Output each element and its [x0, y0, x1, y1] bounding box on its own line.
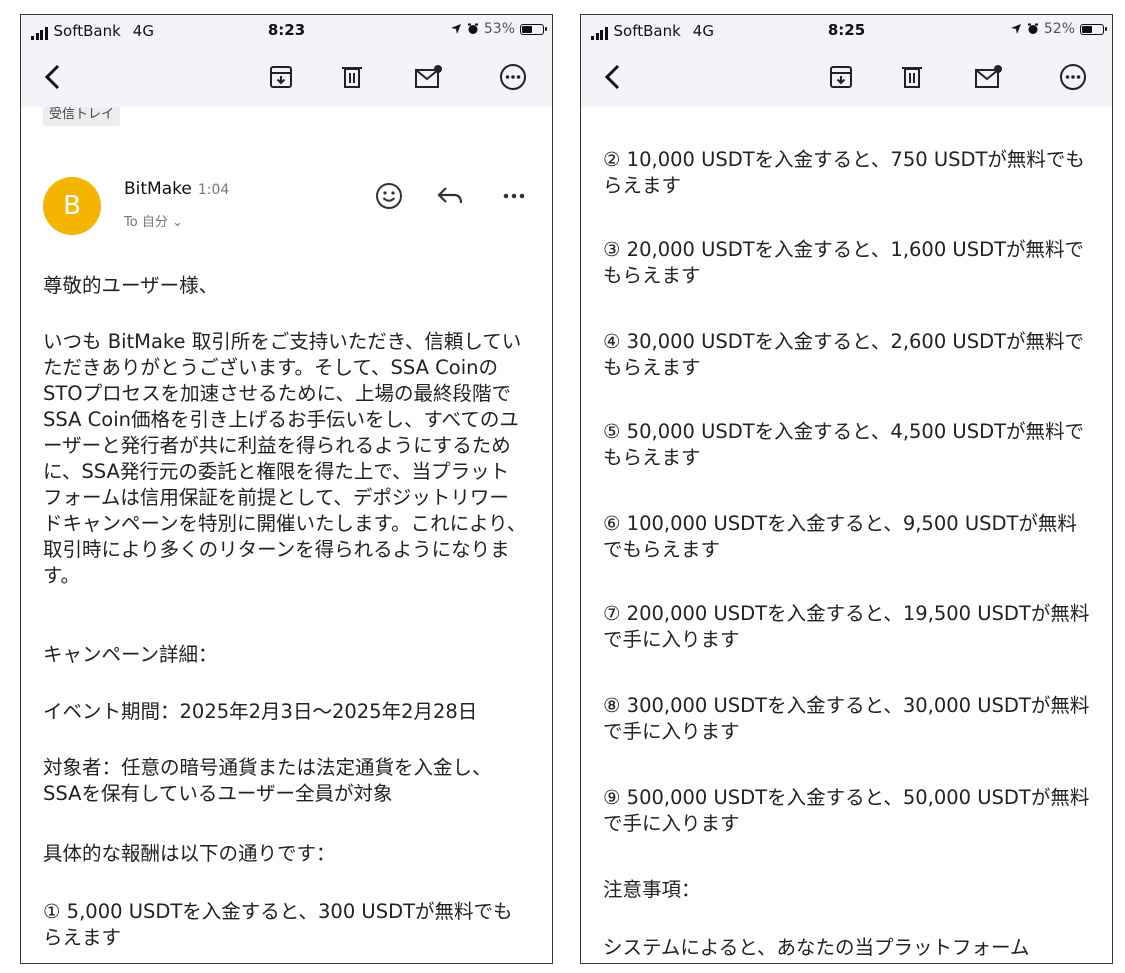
alarm-icon: [467, 23, 478, 34]
eligibility: 対象者：任意の暗号通貨または法定通貨を入金し、SSAを保有しているユーザー全員が…: [43, 756, 492, 805]
battery-icon: [1080, 23, 1107, 35]
campaign-heading: キャンペーン詳細：: [43, 643, 218, 666]
back-icon: [604, 64, 620, 90]
archive-icon: [270, 66, 292, 88]
battery-percent: 52%: [1043, 21, 1075, 37]
alarm-icon: [1027, 23, 1038, 34]
reward-tier-9: ⑨ 500,000 USDTを入金すると、50,000 USDTが無料で手に入り…: [603, 786, 1090, 835]
reward-tier-5: ⑤ 50,000 USDTを入金すると、4,500 USDTが無料でもらえます: [603, 420, 1085, 469]
archive-button[interactable]: [263, 59, 299, 95]
recipient-toggle[interactable]: To 自分 ⌄: [124, 211, 183, 230]
rewards-heading: 具体的な報酬は以下の通りです：: [43, 842, 336, 865]
avatar[interactable]: B: [43, 177, 101, 235]
status-bar: SoftBank 4G 8:23 53%: [21, 15, 552, 47]
event-period: イベント期間：2025年2月3日〜2025年2月28日: [43, 700, 478, 723]
reward-tier-8: ⑧ 300,000 USDTを入金すると、30,000 USDTが無料で手に入り…: [603, 694, 1090, 743]
more-options-button[interactable]: [1055, 59, 1091, 95]
top-bar: SoftBank 4G 8:25 52%: [581, 15, 1112, 107]
trash-icon: [902, 67, 922, 88]
more-icon: [1060, 64, 1086, 90]
email-content[interactable]: ② 10,000 USDTを入金すると、750 USDTが無料でもらえます ③ …: [581, 107, 1112, 963]
email-screen-right: SoftBank 4G 8:25 52% ② 10,000 USDTを入金すると…: [580, 14, 1113, 964]
notes-paragraph: システムによると、あなたの当プラットフォーム: [603, 936, 1030, 959]
mark-unread-button[interactable]: [971, 59, 1007, 95]
more-icon: [500, 64, 526, 90]
back-button[interactable]: [595, 59, 631, 95]
mark-unread-icon: [975, 65, 1002, 88]
reward-tier-2: ② 10,000 USDTを入金すると、750 USDTが無料でもらえます: [603, 148, 1085, 197]
sender-line: BitMake 1:04: [124, 179, 229, 199]
more-options-button[interactable]: [495, 59, 531, 95]
reward-tier-4: ④ 30,000 USDTを入金すると、2,600 USDTが無料でもらえます: [603, 330, 1085, 379]
emoji-icon: [376, 183, 402, 209]
email-screen-left: SoftBank 4G 8:23 53% 受信トレイ B BitMake 1:0…: [20, 14, 553, 964]
reward-tier-6: ⑥ 100,000 USDTを入金すると、9,500 USDTが無料でもらえます: [603, 512, 1077, 561]
battery-percent: 53%: [483, 21, 515, 37]
delete-button[interactable]: [894, 59, 930, 95]
message-more-button[interactable]: [497, 179, 531, 213]
mark-unread-button[interactable]: [411, 59, 447, 95]
battery-icon: [520, 23, 547, 35]
trash-icon: [342, 67, 362, 88]
reward-tier-1: ① 5,000 USDTを入金すると、300 USDTが無料でもらえます: [43, 900, 513, 949]
reward-tier-7: ⑦ 200,000 USDTを入金すると、19,500 USDTが無料で手に入り…: [603, 602, 1090, 651]
mark-unread-icon: [415, 65, 442, 88]
archive-icon: [830, 66, 852, 88]
email-content[interactable]: 受信トレイ B BitMake 1:04 To 自分 ⌄ 尊敬的ユーザー様、 いつ…: [21, 107, 552, 963]
greeting: 尊敬的ユーザー様、: [43, 274, 219, 297]
reply-button[interactable]: [433, 179, 467, 213]
reward-tier-3: ③ 20,000 USDTを入金すると、1,600 USDTが無料でもらえます: [603, 238, 1085, 287]
reply-icon: [437, 187, 463, 204]
ellipsis-icon: [503, 193, 525, 199]
back-button[interactable]: [35, 59, 71, 95]
received-time: 1:04: [197, 182, 230, 198]
location-arrow-icon: [450, 24, 461, 34]
status-bar: SoftBank 4G 8:25 52%: [581, 15, 1112, 47]
back-icon: [44, 64, 60, 90]
reaction-button[interactable]: [372, 179, 406, 213]
archive-button[interactable]: [823, 59, 859, 95]
folder-chip[interactable]: 受信トレイ: [43, 107, 121, 126]
intro-paragraph: いつも BitMake 取引所をご支持いただき、信頼していただきありがとうござい…: [43, 330, 527, 587]
delete-button[interactable]: [334, 59, 370, 95]
sender-name: BitMake: [124, 179, 192, 199]
location-arrow-icon: [1010, 24, 1021, 34]
notes-heading: 注意事項：: [603, 878, 701, 901]
top-bar: SoftBank 4G 8:23 53%: [21, 15, 552, 107]
